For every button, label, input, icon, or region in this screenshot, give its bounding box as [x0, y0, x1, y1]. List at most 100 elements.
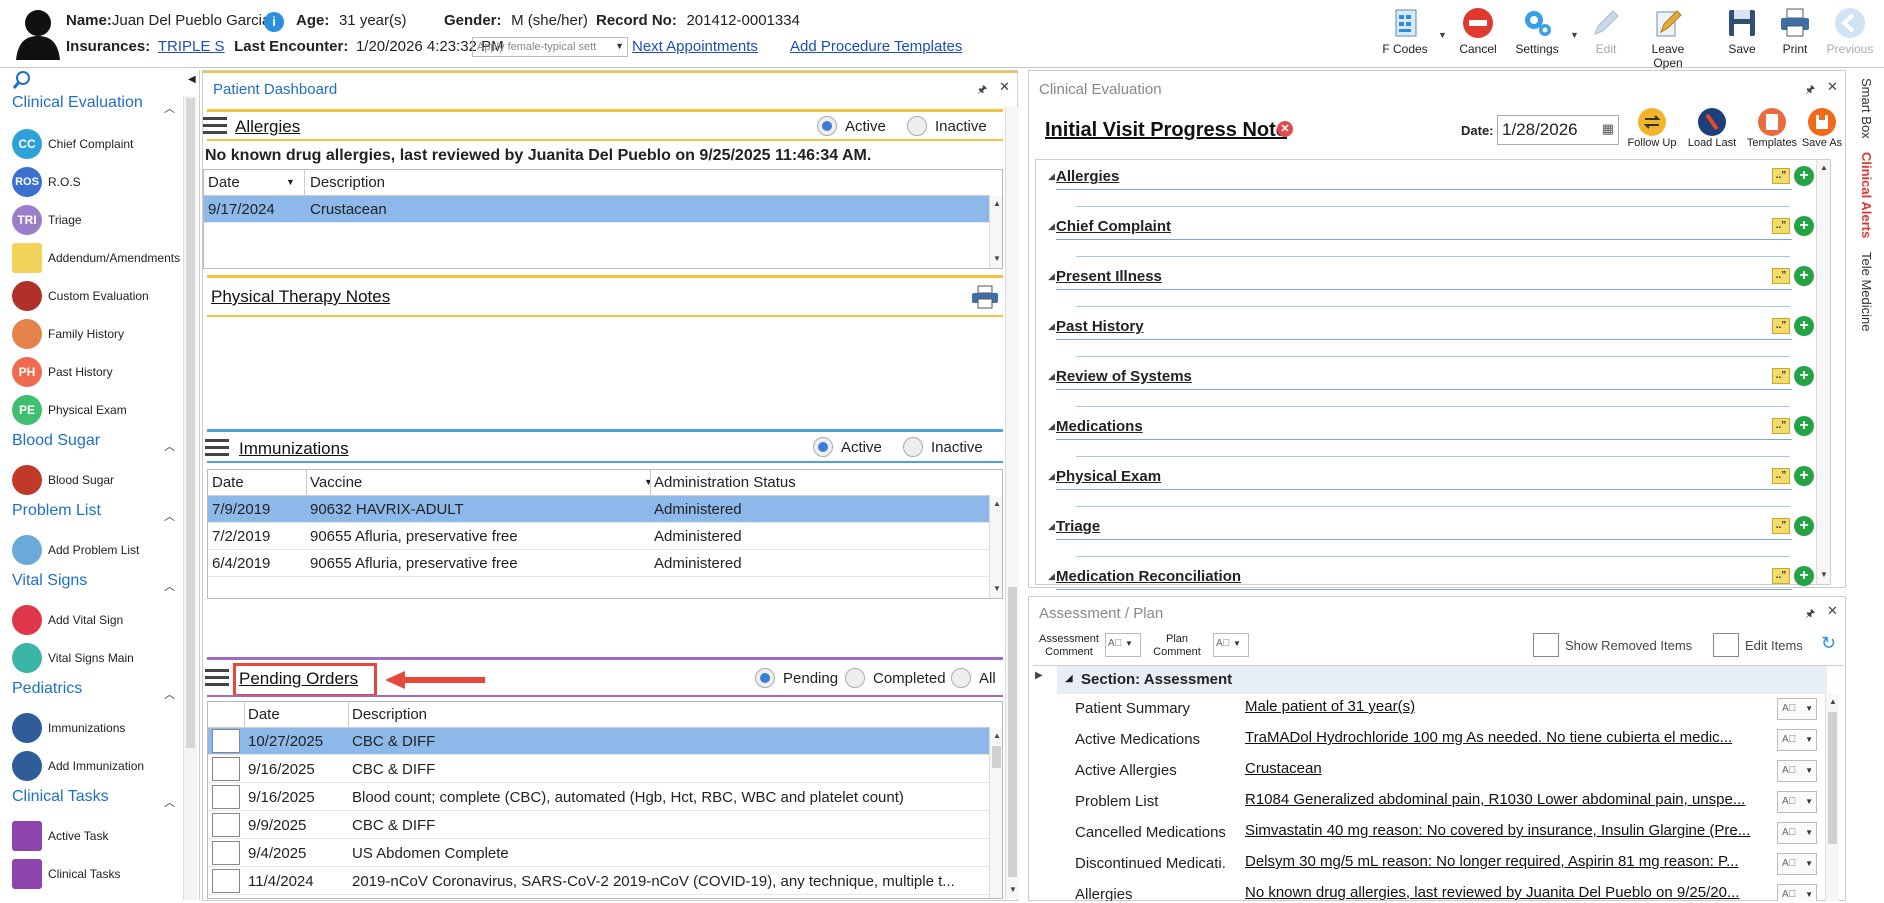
- nav-item-add-vital-sign[interactable]: Add Vital Sign: [12, 604, 123, 636]
- row-checkbox[interactable]: [212, 729, 240, 753]
- evaluation-section[interactable]: ◢ Allergies ..” +: [1036, 166, 1816, 216]
- assessment-row-value[interactable]: Simvastatin 40 mg reason: No covered by …: [1245, 822, 1771, 839]
- nav-head-problem-list[interactable]: Problem List: [12, 502, 101, 520]
- evaluation-section[interactable]: ◢ Review of Systems ..” +: [1036, 366, 1816, 416]
- evaluation-section[interactable]: ◢ Past History ..” +: [1036, 316, 1816, 366]
- left-nav-scrollbar[interactable]: [183, 96, 197, 900]
- table-row[interactable]: 11/4/2024 2019-nCoV Coronavirus, SARS-CoV…: [208, 868, 990, 895]
- assessment-row[interactable]: Discontinued Medicati... Delsym 30 mg/5 m…: [1033, 851, 1833, 877]
- comment-format-button[interactable]: A⃞ ▼: [1777, 760, 1817, 782]
- col-date[interactable]: Date: [212, 474, 244, 491]
- nav-item-active-task[interactable]: Active Task: [12, 820, 108, 852]
- remove-note-icon[interactable]: ✕: [1277, 121, 1293, 137]
- smart-box-tab[interactable]: Smart Box: [1859, 78, 1874, 139]
- assessment-row-value[interactable]: Male patient of 31 year(s): [1245, 698, 1771, 715]
- templates-button[interactable]: Templates: [1743, 107, 1801, 149]
- assessment-row[interactable]: Allergies No known drug allergies, last r…: [1033, 882, 1833, 901]
- nav-item-add-immunization[interactable]: Add Immunization: [12, 750, 144, 782]
- date-input[interactable]: 1/28/2026 ▦: [1497, 115, 1619, 145]
- row-checkbox[interactable]: [212, 841, 240, 865]
- comment-format-button[interactable]: A⃞ ▼: [1777, 698, 1817, 720]
- add-icon[interactable]: +: [1794, 166, 1814, 186]
- printer-icon[interactable]: [971, 285, 999, 309]
- table-row[interactable]: 7/9/2019 90632 HAVRIX-ADULT Administered: [208, 496, 990, 523]
- fcodes-dropdown-icon[interactable]: ▼: [1438, 30, 1447, 40]
- quote-icon[interactable]: ..”: [1772, 418, 1790, 434]
- insurance-link[interactable]: TRIPLE S: [158, 38, 225, 55]
- physical-therapy-notes-title[interactable]: Physical Therapy Notes: [211, 287, 390, 307]
- load-last-button[interactable]: Load Last: [1683, 107, 1741, 149]
- add-icon[interactable]: +: [1794, 366, 1814, 386]
- comment-format-button[interactable]: A⃞ ▼: [1777, 884, 1817, 901]
- collapse-triangle-icon[interactable]: ◢: [1048, 221, 1055, 232]
- table-row[interactable]: 9/16/2025 CBC & DIFF: [208, 756, 990, 783]
- comment-format-button[interactable]: A⃞ ▼: [1777, 729, 1817, 751]
- allergies-inactive-radio[interactable]: Inactive: [907, 116, 987, 136]
- assessment-row-value[interactable]: TraMADol Hydrochloride 100 mg As needed.…: [1245, 729, 1771, 746]
- assessment-scrollbar[interactable]: ▲: [1825, 694, 1839, 901]
- nav-item-past-history[interactable]: PH Past History: [12, 356, 113, 388]
- edit-button[interactable]: Edit: [1578, 6, 1634, 56]
- nav-head-vital-signs[interactable]: Vital Signs: [12, 572, 87, 590]
- immunizations-inactive-radio[interactable]: Inactive: [903, 437, 983, 457]
- evaluation-section-title[interactable]: Triage: [1056, 518, 1100, 535]
- evaluation-section[interactable]: ◢ Triage ..” +: [1036, 516, 1816, 566]
- nav-item-vital-signs-main[interactable]: Vital Signs Main: [12, 642, 134, 674]
- tele-medicine-tab[interactable]: Tele Medicine: [1859, 252, 1874, 332]
- collapse-triangle-icon[interactable]: ◢: [1048, 521, 1055, 532]
- evaluation-section-title[interactable]: Review of Systems: [1056, 368, 1192, 385]
- collapse-nav-icon[interactable]: ◀: [188, 74, 196, 85]
- table-row[interactable]: 7/2/2019 90655 Afluria, preservative fre…: [208, 523, 990, 550]
- sort-desc-icon[interactable]: ▼: [644, 477, 653, 487]
- add-icon[interactable]: +: [1794, 416, 1814, 436]
- add-icon[interactable]: +: [1794, 316, 1814, 336]
- collapse-triangle-icon[interactable]: ◢: [1048, 371, 1055, 382]
- allergies-scrollbar[interactable]: ▲ ▼: [989, 196, 1002, 268]
- nav-head-blood-sugar[interactable]: Blood Sugar: [12, 432, 100, 450]
- info-icon[interactable]: i: [264, 12, 284, 32]
- assessment-row[interactable]: Cancelled Medications Simvastatin 40 mg r…: [1033, 820, 1833, 846]
- collapse-triangle-icon[interactable]: ◢: [1048, 421, 1055, 432]
- nav-item-clinical-tasks[interactable]: Clinical Tasks: [12, 858, 120, 890]
- row-checkbox[interactable]: [212, 757, 240, 781]
- immunizations-menu-icon[interactable]: [205, 439, 229, 457]
- template-select[interactable]: Apply female-typical sett ▼: [472, 37, 628, 57]
- pending-orders-menu-icon[interactable]: [205, 669, 229, 687]
- settings-button[interactable]: Settings: [1509, 6, 1565, 56]
- evaluation-section[interactable]: ◢ Chief Complaint ..” +: [1036, 216, 1816, 266]
- col-date[interactable]: Date: [208, 174, 240, 191]
- assessment-row[interactable]: Patient Summary Male patient of 31 year(s…: [1033, 696, 1833, 722]
- comment-format-button[interactable]: A⃞ ▼: [1777, 791, 1817, 813]
- add-icon[interactable]: +: [1794, 516, 1814, 536]
- collapse-triangle-icon[interactable]: ◢: [1065, 673, 1073, 684]
- cancel-button[interactable]: Cancel: [1450, 6, 1506, 56]
- nav-head-clinical-evaluation[interactable]: Clinical Evaluation: [12, 94, 143, 112]
- nav-item-ros[interactable]: ROS R.O.S: [12, 166, 81, 198]
- chevron-up-icon[interactable]: ︿: [164, 438, 175, 454]
- previous-button[interactable]: Previous: [1822, 6, 1878, 56]
- nav-item-triage[interactable]: TRI Triage: [12, 204, 82, 236]
- immunizations-title[interactable]: Immunizations: [239, 439, 349, 459]
- all-radio[interactable]: All: [951, 668, 996, 688]
- close-icon[interactable]: ✕: [1827, 603, 1838, 619]
- row-checkbox[interactable]: [212, 785, 240, 809]
- show-removed-checkbox[interactable]: [1533, 633, 1559, 657]
- comment-format-button[interactable]: A⃞ ▼: [1777, 822, 1817, 844]
- expand-icon[interactable]: ▶: [1035, 670, 1043, 681]
- evaluation-section[interactable]: ◢ Medications ..” +: [1036, 416, 1816, 466]
- assessment-row-value[interactable]: R1084 Generalized abdominal pain, R1030 …: [1245, 791, 1771, 808]
- quote-icon[interactable]: ..”: [1772, 318, 1790, 334]
- chevron-up-icon[interactable]: ︿: [164, 508, 175, 524]
- note-title[interactable]: Initial Visit Progress Note: [1045, 119, 1287, 142]
- evaluation-section[interactable]: ◢ Present Illness ..” +: [1036, 266, 1816, 316]
- add-icon[interactable]: +: [1794, 266, 1814, 286]
- collapse-triangle-icon[interactable]: ◢: [1048, 321, 1055, 332]
- nav-item-chief-complaint[interactable]: CC Chief Complaint: [12, 128, 133, 160]
- evaluation-section-title[interactable]: Chief Complaint: [1056, 218, 1171, 235]
- leave-open-button[interactable]: Leave Open: [1636, 6, 1700, 70]
- comment-format-button[interactable]: A⃞ ▼: [1777, 853, 1817, 875]
- evaluation-section-title[interactable]: Present Illness: [1056, 268, 1162, 285]
- quote-icon[interactable]: ..”: [1772, 368, 1790, 384]
- completed-radio[interactable]: Completed: [845, 668, 946, 688]
- nav-item-immunizations[interactable]: Immunizations: [12, 712, 125, 744]
